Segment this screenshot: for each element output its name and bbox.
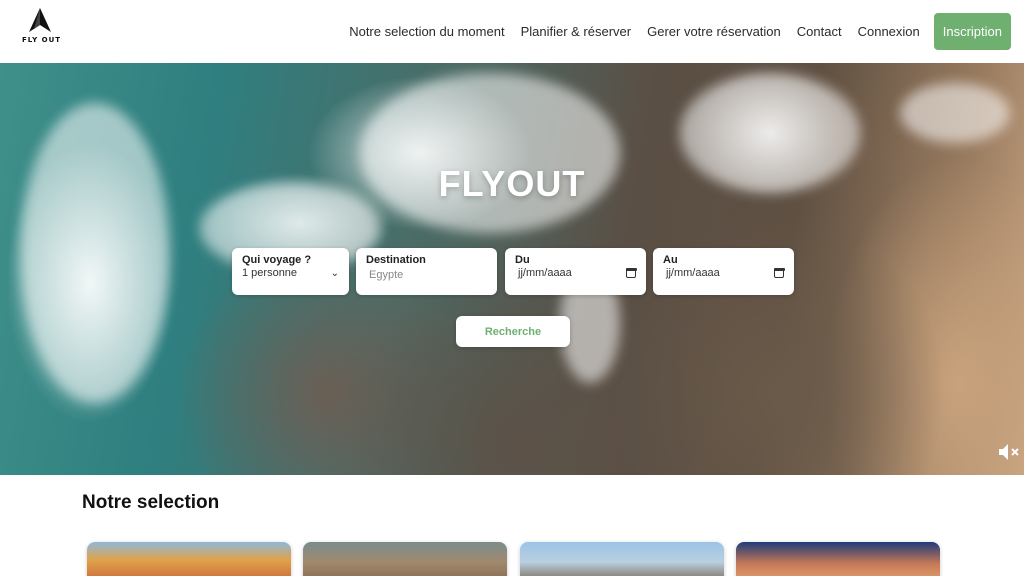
date-to-input[interactable]: jj/mm/aaaa (666, 267, 720, 279)
who-travels-select[interactable]: Qui voyage ? 1 personne ⌄ (232, 248, 349, 295)
site-header: FLY OUT Notre selection du moment Planif… (0, 0, 1024, 63)
destination-field[interactable]: Destination Egypte (356, 248, 497, 295)
calendar-icon[interactable] (773, 267, 785, 278)
destination-label: Destination (366, 254, 426, 266)
hero-banner: FLYOUT Qui voyage ? 1 personne ⌄ Destina… (0, 63, 1024, 475)
date-from-input[interactable]: jj/mm/aaaa (518, 267, 572, 279)
destination-card[interactable] (87, 542, 291, 576)
hero-title: FLYOUT (438, 163, 586, 204)
calendar-icon[interactable] (625, 267, 637, 278)
nav-link-connexion[interactable]: Connexion (858, 24, 920, 39)
nav-link-gerer[interactable]: Gerer votre réservation (647, 24, 781, 39)
nav-link-contact[interactable]: Contact (797, 24, 842, 39)
main-nav: Notre selection du moment Planifier & ré… (333, 13, 1011, 50)
section-title: Notre selection (82, 492, 220, 513)
who-travels-value: 1 personne (242, 267, 298, 279)
destination-card[interactable] (303, 542, 507, 576)
wave-foam (900, 83, 1010, 143)
speaker-muted-icon[interactable] (998, 443, 1020, 461)
search-button[interactable]: Recherche (456, 316, 570, 347)
chevron-down-icon: ⌄ (330, 267, 339, 279)
date-to-label: Au (663, 254, 678, 266)
destination-card[interactable] (736, 542, 940, 576)
logo[interactable]: FLY OUT (22, 8, 62, 54)
nav-link-planifier[interactable]: Planifier & réserver (521, 24, 632, 39)
logo-text: FLY OUT (22, 36, 62, 44)
destination-card[interactable] (520, 542, 724, 576)
who-travels-label: Qui voyage ? (242, 254, 312, 266)
nav-link-selection[interactable]: Notre selection du moment (349, 24, 504, 39)
date-to-field[interactable]: Au jj/mm/aaaa (653, 248, 794, 295)
date-from-label: Du (515, 254, 530, 266)
wave-foam (20, 103, 170, 403)
date-from-field[interactable]: Du jj/mm/aaaa (505, 248, 646, 295)
wave-foam (360, 73, 620, 233)
paper-plane-icon (29, 8, 51, 32)
destination-input[interactable]: Egypte (366, 269, 487, 281)
signup-button[interactable]: Inscription (933, 13, 1011, 50)
